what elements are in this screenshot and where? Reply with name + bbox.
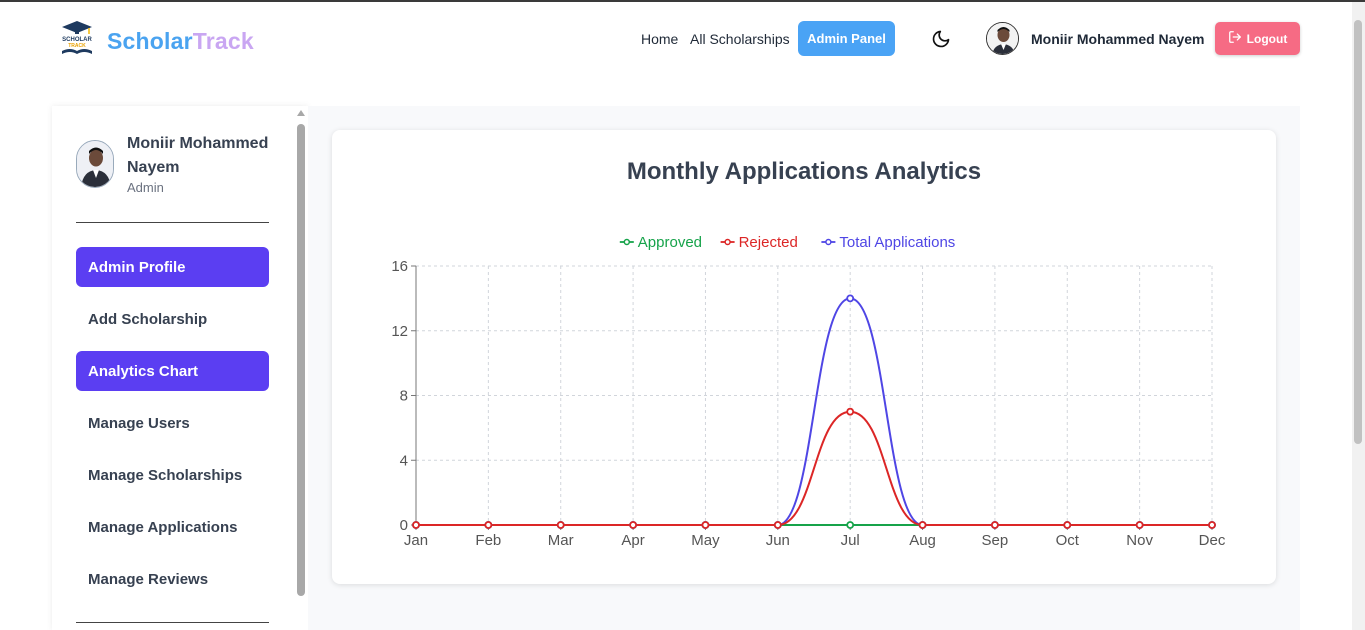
data-point-rejected (412, 521, 420, 529)
data-point-rejected (846, 407, 855, 416)
sidebar-item-manage-reviews[interactable]: Manage Reviews (76, 559, 269, 599)
legend-marker-total-applications (825, 238, 832, 246)
logout-button[interactable]: Logout (1215, 22, 1300, 55)
x-tick-label: Nov (1126, 532, 1153, 549)
analytics-line-chart: 0481216Jan Feb Mar Apr May Jun Jul Aug Sep Oct Nov… (391, 234, 1226, 549)
data-point-rejected (701, 521, 710, 529)
data-point-total-applications (846, 294, 855, 303)
sidebar-item-admin-profile[interactable]: Admin Profile (76, 247, 269, 287)
legend-marker-rejected (724, 238, 731, 246)
moon-icon[interactable] (931, 29, 951, 49)
logo-icon[interactable]: SCHOLAR TRACK (58, 20, 96, 56)
sidebar-user-name: Moniir Mohammed Nayem (127, 135, 269, 176)
series-line-total-applications (415, 297, 1212, 526)
y-tick-label: 8 (400, 388, 408, 405)
data-point-rejected (773, 521, 782, 529)
x-tick-label: Jul (841, 532, 860, 549)
legend-marker-approved (623, 238, 631, 246)
data-point-rejected (556, 521, 565, 529)
x-tick-label: Mar (548, 532, 574, 549)
legend-label-approved: Approved (638, 234, 702, 251)
page-scrollbar[interactable] (1352, 2, 1365, 630)
y-tick-label: 4 (400, 452, 408, 469)
sidebar-divider (76, 222, 269, 223)
sidebar-divider-bottom (76, 622, 269, 623)
analytics-card: Monthly Applications Analytics 0 4 8 12 16 Ja… (332, 130, 1276, 584)
x-tick-label: Sep (982, 532, 1009, 549)
nav-link-all-scholarships[interactable]: All Scholarships (690, 31, 790, 47)
data-point-rejected (1135, 521, 1144, 529)
data-point-rejected (1208, 521, 1216, 529)
data-point-rejected (991, 521, 999, 529)
logo-text-bottom: TRACK (68, 43, 86, 49)
x-tick-label: Oct (1056, 532, 1080, 549)
x-tick-label: Apr (621, 532, 644, 549)
logout-icon (1228, 30, 1242, 47)
sidebar-scrollbar[interactable] (296, 110, 306, 630)
x-tick-label: Jun (766, 532, 790, 549)
x-tick-label: Aug (909, 532, 936, 549)
sidebar-avatar (76, 140, 114, 188)
sidebar-user-role: Admin (127, 180, 164, 195)
logout-label: Logout (1246, 31, 1288, 46)
avatar[interactable] (986, 22, 1019, 55)
x-tick-label: Jan (404, 532, 428, 549)
x-tick-label: Dec (1199, 532, 1226, 549)
data-point-approved (846, 521, 855, 529)
x-tick-label: May (691, 532, 720, 549)
sidebar-item-manage-scholarships[interactable]: Manage Scholarships (76, 455, 269, 495)
main-content: Monthly Applications Analytics 0 4 8 12 16 Ja… (308, 106, 1300, 630)
x-tick-label: Feb (475, 532, 501, 549)
brand-part-1: Scholar (107, 28, 193, 54)
brand-part-2: Track (192, 28, 254, 54)
sidebar-item-manage-applications[interactable]: Manage Applications (76, 507, 269, 547)
data-point-rejected (484, 521, 493, 529)
data-point-rejected (918, 521, 927, 529)
legend-label-total-applications: Total Applications (839, 234, 955, 251)
nav-username: Moniir Mohammed Nayem (1031, 31, 1205, 47)
sidebar-item-add-scholarship[interactable]: Add Scholarship (76, 299, 269, 339)
page-scroll-thumb[interactable] (1354, 20, 1362, 444)
legend-label-rejected: Rejected (739, 234, 798, 251)
data-point-rejected (1063, 521, 1072, 529)
series-line-rejected (415, 410, 1212, 526)
sidebar-item-analytics-chart[interactable]: Analytics Chart (76, 351, 269, 391)
sidebar-scroll-thumb[interactable] (297, 124, 305, 596)
nav-link-home[interactable]: Home (641, 31, 678, 47)
data-point-rejected (629, 521, 637, 529)
admin-panel-button[interactable]: Admin Panel (798, 21, 895, 56)
sidebar-item-manage-users[interactable]: Manage Users (76, 403, 269, 443)
sidebar: Moniir Mohammed Nayem Admin Admin Profil… (52, 106, 308, 630)
brand-name[interactable]: ScholarTrack (107, 28, 254, 55)
scroll-up-arrow-icon[interactable] (297, 110, 305, 116)
y-tick-label: 16 (391, 258, 408, 275)
navbar: SCHOLAR TRACK ScholarTrack Home All Scho… (0, 2, 1352, 76)
y-tick-label: 12 (391, 323, 408, 340)
